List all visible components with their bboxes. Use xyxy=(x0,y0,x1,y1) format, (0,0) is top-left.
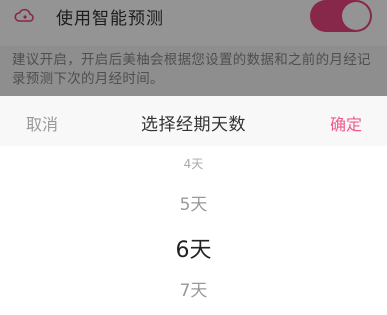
confirm-button[interactable]: 确定 xyxy=(330,111,362,135)
picker-title: 选择经期天数 xyxy=(141,115,246,135)
wheel-option[interactable]: 7天 xyxy=(0,276,387,301)
wheel-option[interactable]: 4天 xyxy=(0,155,387,172)
days-wheel[interactable]: 4天 5天 6天 7天 xyxy=(0,146,387,315)
picker-header: 取消 选择经期天数 确定 xyxy=(0,96,387,146)
wheel-option-selected[interactable]: 6天 xyxy=(0,232,387,264)
days-picker-sheet: 取消 选择经期天数 确定 4天 5天 6天 7天 xyxy=(0,96,387,315)
wheel-option[interactable]: 5天 xyxy=(0,190,387,215)
